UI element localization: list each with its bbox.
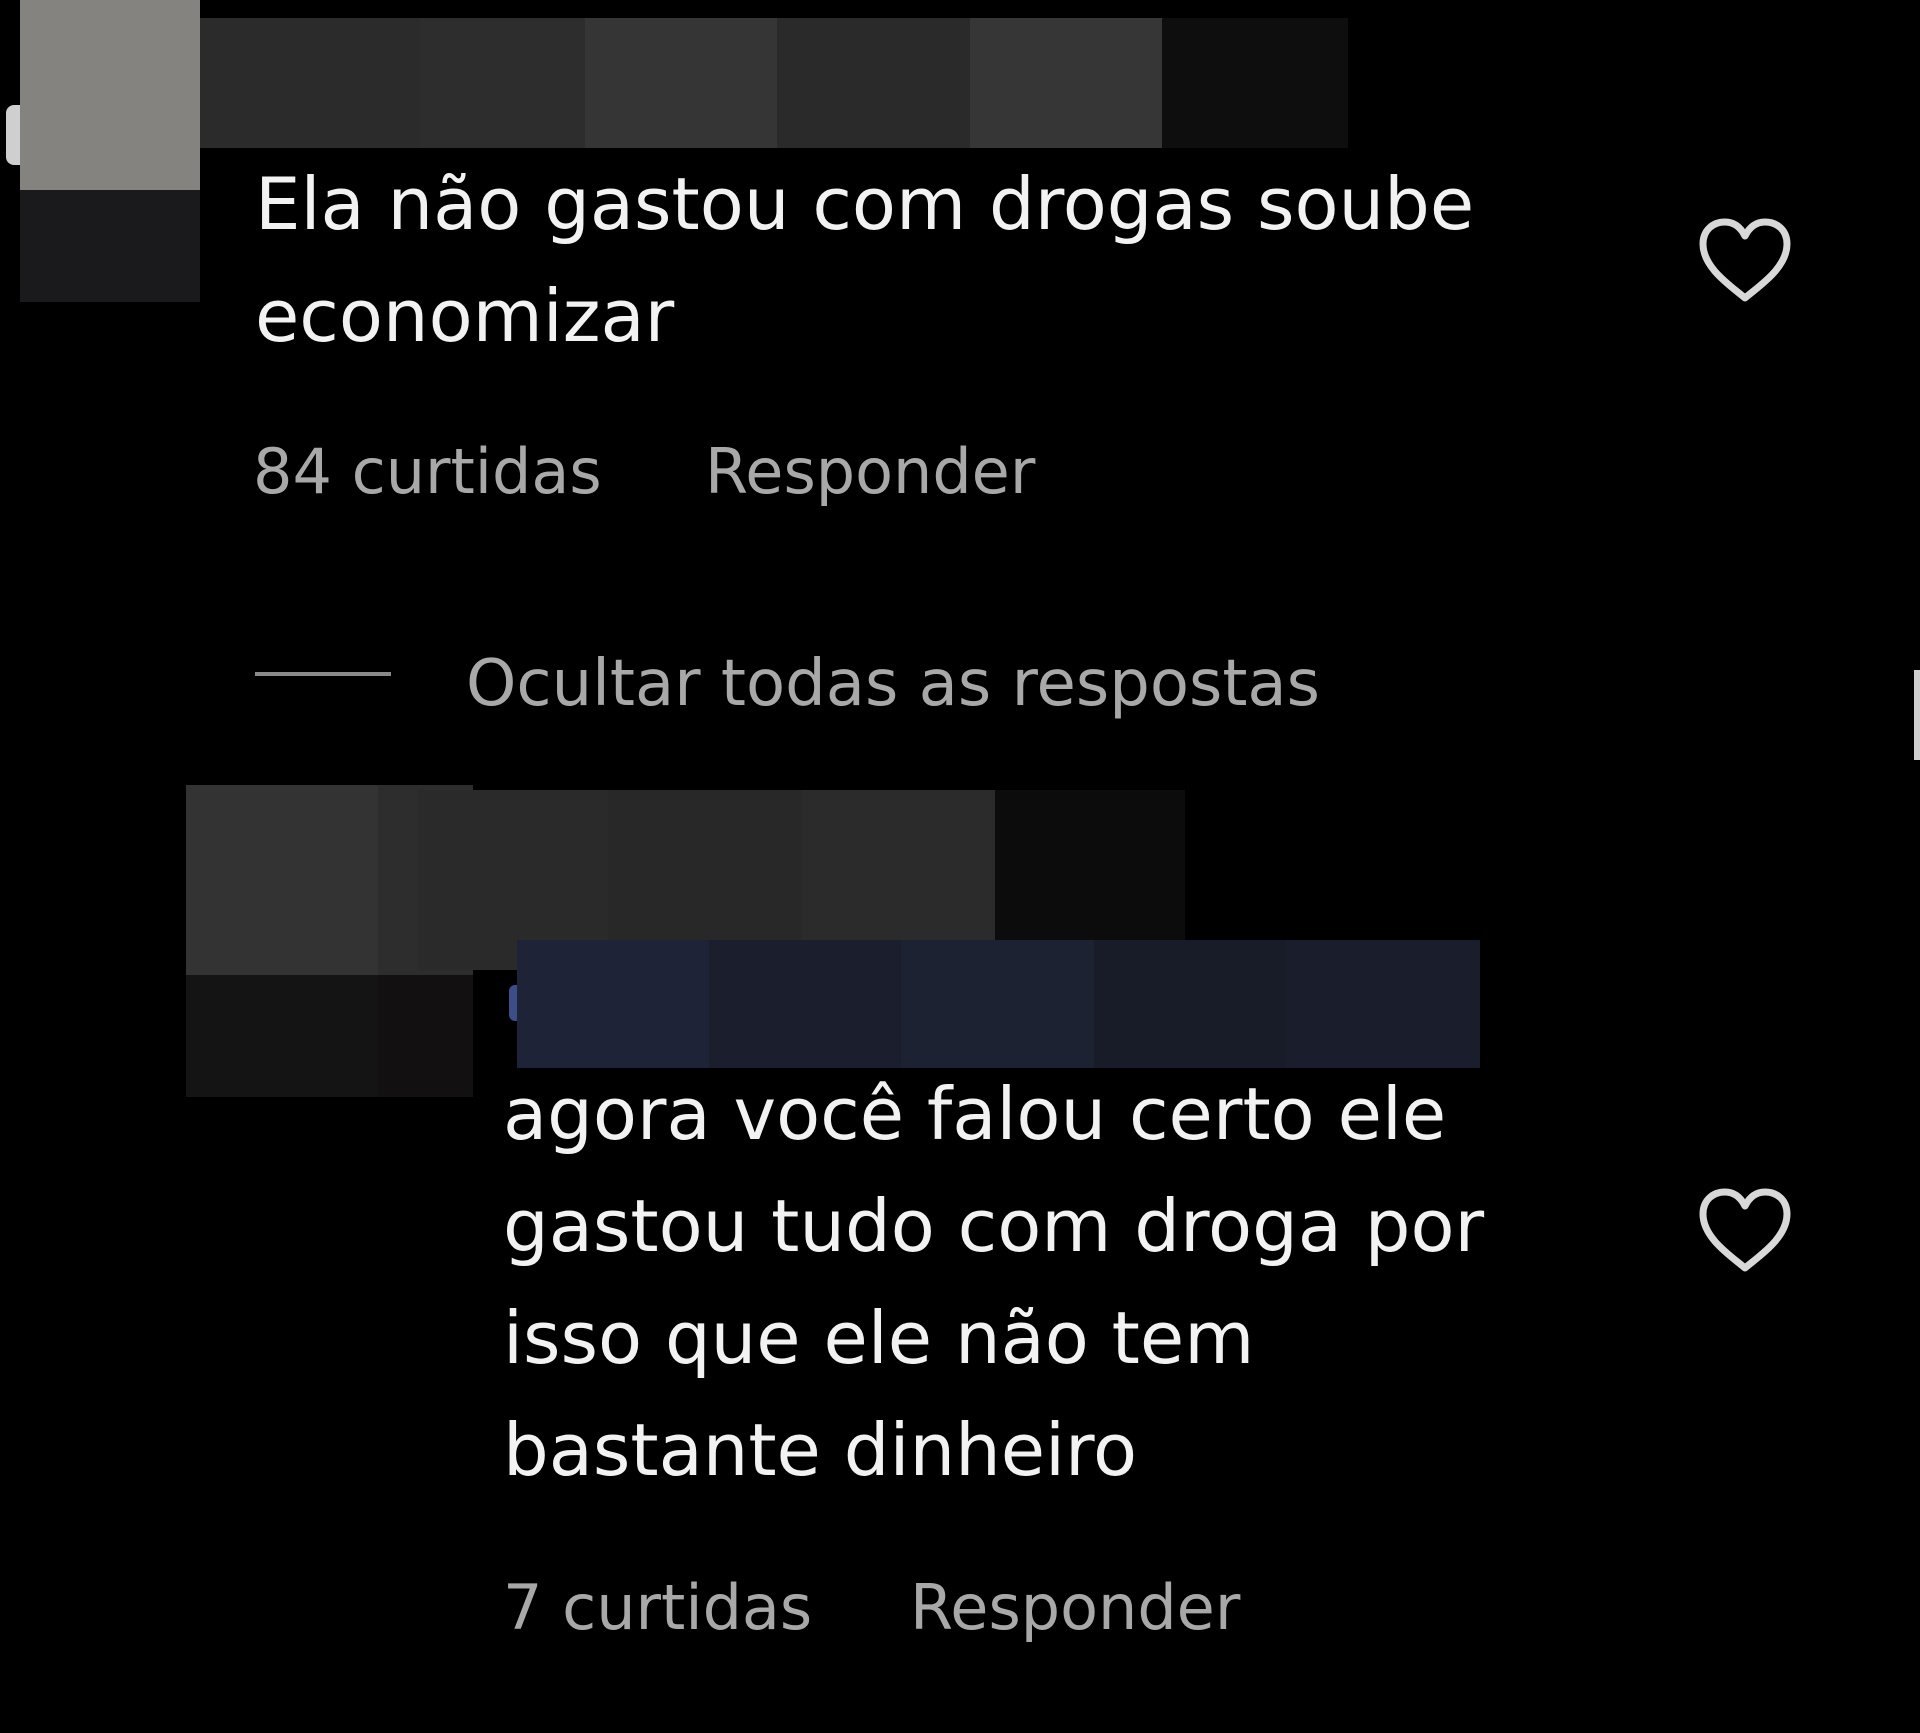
hide-replies-button[interactable]: Ocultar todas as respostas	[466, 644, 1320, 724]
comment-text-2: agora você falou certo ele gastou tudo c…	[503, 1072, 1485, 1492]
like-count-2[interactable]: 7 curtidas	[503, 1568, 812, 1648]
heart-outline-icon	[1699, 218, 1791, 302]
scrollbar-thumb[interactable]	[1914, 670, 1920, 760]
like-count-1[interactable]: 84 curtidas	[253, 432, 602, 512]
like-button-1[interactable]	[1695, 214, 1795, 306]
heart-outline-icon	[1699, 1188, 1791, 1272]
reply-button-1[interactable]: Responder	[705, 432, 1035, 512]
reply-button-2[interactable]: Responder	[910, 1568, 1240, 1648]
comment-text-1: Ela não gastou com drogas soube economiz…	[255, 162, 1475, 358]
replies-divider	[255, 672, 391, 676]
like-button-2[interactable]	[1695, 1184, 1795, 1276]
